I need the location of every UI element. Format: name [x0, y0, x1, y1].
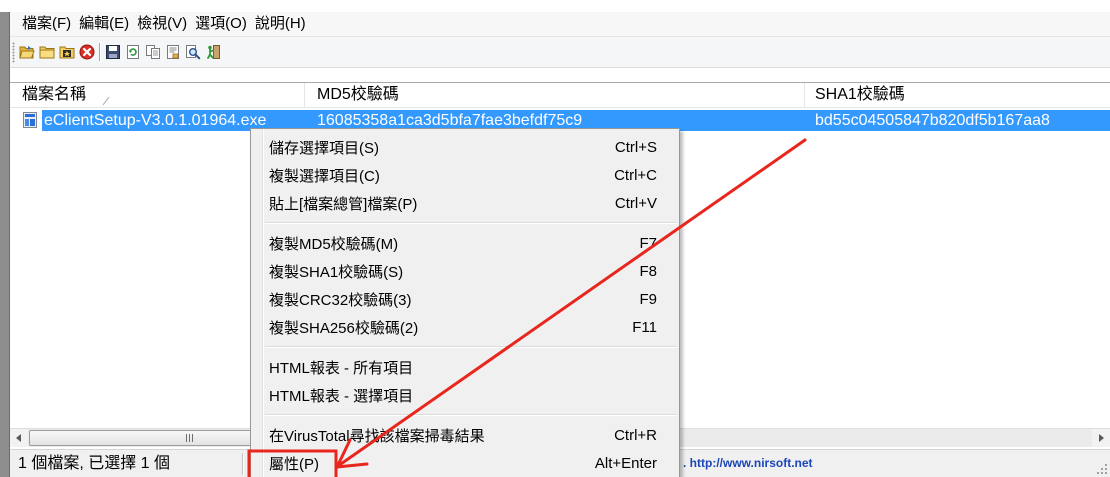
ctx-item-label: 複製選擇項目(C) — [269, 167, 380, 185]
column-header-label: 檔案名稱 — [22, 86, 87, 103]
chevron-right-icon — [1099, 434, 1104, 442]
find-icon[interactable] — [183, 41, 203, 63]
toolbar-separator — [97, 41, 103, 63]
ctx-item-label: 複製CRC32校驗碼(3) — [269, 291, 412, 309]
ctx-item-label: 複製SHA1校驗碼(S) — [269, 263, 404, 281]
nirsoft-link[interactable]: . http://www.nirsoft.net — [683, 450, 813, 476]
ctx-item-shortcut: F7 — [639, 234, 657, 252]
column-header-label: SHA1校驗碼 — [815, 86, 905, 103]
scroll-right-button[interactable] — [1092, 429, 1110, 447]
ctx-item-shortcut: Ctrl+S — [614, 138, 657, 156]
menu-bar: 檔案(F) 編輯(E) 檢視(V) 選項(O) 說明(H) — [10, 12, 1110, 37]
open-files-icon[interactable] — [17, 41, 37, 63]
add-wildcard-icon[interactable] — [57, 41, 77, 63]
context-menu: 儲存選擇項目(S) Ctrl+S 複製選擇項目(C) Ctrl+C 貼上[檔案總… — [250, 128, 680, 477]
column-header-label: MD5校驗碼 — [317, 86, 399, 103]
scroll-left-button[interactable] — [10, 429, 28, 447]
ctx-item-label: 在VirusTotal尋找該檔案掃毒結果 — [269, 427, 485, 445]
ctx-virustotal-lookup[interactable]: 在VirusTotal尋找該檔案掃毒結果 Ctrl+R — [251, 421, 679, 449]
save-icon[interactable] — [103, 41, 123, 63]
ctx-copy-md5[interactable]: 複製MD5校驗碼(M) F7 — [251, 229, 679, 257]
menu-help[interactable]: 說明(H) — [251, 12, 310, 36]
ctx-item-shortcut: F11 — [632, 318, 657, 336]
ctx-item-label: 屬性(P) — [269, 455, 319, 473]
toolbar-gripper[interactable] — [12, 42, 15, 63]
ctx-item-label: 複製SHA256校驗碼(2) — [269, 319, 419, 337]
menu-separator — [251, 341, 679, 353]
ctx-copy-selected[interactable]: 複製選擇項目(C) Ctrl+C — [251, 161, 679, 189]
window-frame-left — [0, 12, 10, 477]
exit-icon[interactable] — [203, 41, 223, 63]
ctx-item-shortcut: F9 — [639, 290, 657, 308]
ctx-copy-sha256[interactable]: 複製SHA256校驗碼(2) F11 — [251, 313, 679, 341]
copy-icon[interactable] — [143, 41, 163, 63]
ctx-html-report-selected[interactable]: HTML報表 - 選擇項目 — [251, 381, 679, 409]
ctx-item-label: 複製MD5校驗碼(M) — [269, 235, 399, 253]
ctx-item-label: HTML報表 - 所有項目 — [269, 359, 414, 377]
ctx-item-shortcut: Alt+Enter — [594, 454, 657, 472]
ctx-item-shortcut: Ctrl+V — [614, 194, 657, 212]
ctx-save-selected[interactable]: 儲存選擇項目(S) Ctrl+S — [251, 133, 679, 161]
sort-ascending-icon — [102, 90, 110, 106]
ctx-item-shortcut: Ctrl+R — [614, 426, 657, 444]
menu-view[interactable]: 檢視(V) — [133, 12, 191, 36]
column-header-filename[interactable]: 檔案名稱 — [10, 83, 305, 108]
exe-file-icon — [20, 110, 40, 130]
ctx-paste-explorer-files[interactable]: 貼上[檔案總管]檔案(P) Ctrl+V — [251, 189, 679, 217]
ctx-item-shortcut: Ctrl+C — [614, 166, 657, 184]
open-folder-icon[interactable] — [37, 41, 57, 63]
status-divider — [242, 453, 243, 475]
cell-sha1: bd55c04505847b820df5b167aa8 — [815, 112, 1050, 129]
ctx-item-label: 貼上[檔案總管]檔案(P) — [269, 195, 418, 213]
menu-file[interactable]: 檔案(F) — [18, 12, 75, 36]
column-header-sha1[interactable]: SHA1校驗碼 — [805, 83, 1110, 108]
ctx-html-report-all[interactable]: HTML報表 - 所有項目 — [251, 353, 679, 381]
ctx-item-label: HTML報表 - 選擇項目 — [269, 387, 414, 405]
menu-separator — [251, 409, 679, 421]
ctx-copy-sha1[interactable]: 複製SHA1校驗碼(S) F8 — [251, 257, 679, 285]
ctx-item-label: 儲存選擇項目(S) — [269, 139, 379, 157]
ctx-properties[interactable]: 屬性(P) Alt+Enter — [251, 449, 679, 477]
menu-separator — [251, 217, 679, 229]
delete-icon[interactable] — [77, 41, 97, 63]
resize-grip-icon[interactable] — [1096, 463, 1108, 475]
column-header-md5[interactable]: MD5校驗碼 — [305, 83, 805, 108]
refresh-icon[interactable] — [123, 41, 143, 63]
toolbar — [10, 37, 1110, 68]
chevron-left-icon — [16, 434, 21, 442]
menu-options[interactable]: 選項(O) — [191, 12, 251, 36]
properties-icon[interactable] — [163, 41, 183, 63]
ctx-item-shortcut: F8 — [639, 262, 657, 280]
ctx-copy-crc32[interactable]: 複製CRC32校驗碼(3) F9 — [251, 285, 679, 313]
menu-edit[interactable]: 編輯(E) — [75, 12, 133, 36]
status-selection-count: 1 個檔案, 已選擇 1 個 — [18, 455, 171, 472]
grip-icon — [185, 434, 193, 442]
